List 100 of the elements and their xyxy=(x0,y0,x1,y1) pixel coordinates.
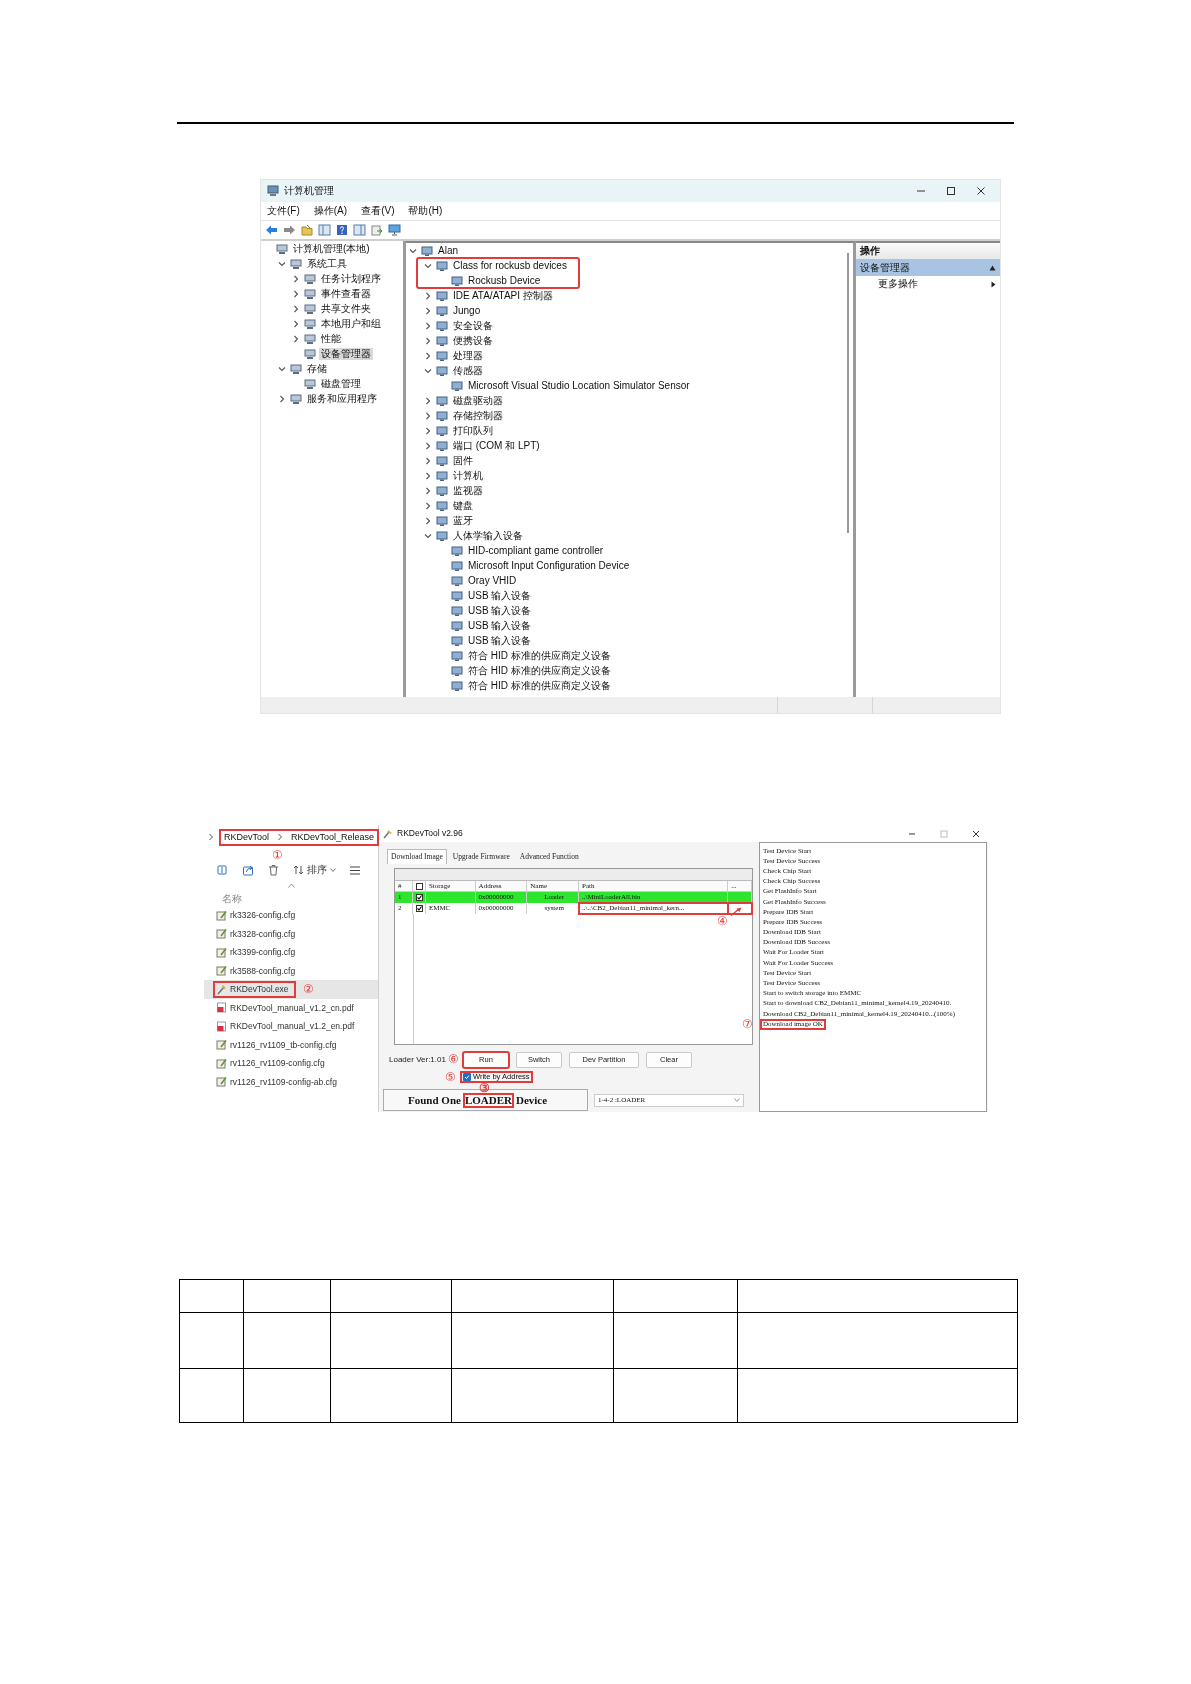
tree-item[interactable]: 本地用户和组 xyxy=(319,317,383,330)
chevron-right-icon[interactable] xyxy=(292,319,300,328)
file-row[interactable]: rv1126_rv1109-config-ab.cfg xyxy=(204,1072,378,1091)
chevron-right-icon[interactable] xyxy=(424,336,432,345)
device-item[interactable]: 人体学输入设备 xyxy=(451,529,525,542)
chevron-right-icon[interactable] xyxy=(292,304,300,313)
chevron-right-icon[interactable] xyxy=(424,291,432,300)
chevron-right-icon[interactable] xyxy=(424,516,432,525)
device-item[interactable]: 处理器 xyxy=(451,349,485,362)
device-item[interactable]: Microsoft Input Configuration Device xyxy=(466,559,632,572)
file-row[interactable]: rk3399-config.cfg xyxy=(204,943,378,962)
close-icon[interactable] xyxy=(972,829,980,838)
close-icon[interactable] xyxy=(976,186,986,196)
device-item[interactable]: USB 输入设备 xyxy=(466,634,534,647)
device-item[interactable]: USB 输入设备 xyxy=(466,589,534,602)
chevron-right-icon[interactable] xyxy=(424,396,432,405)
chevron-right-icon[interactable] xyxy=(424,306,432,315)
tree-item[interactable]: 计算机管理(本地) xyxy=(291,242,372,255)
scrollbar-thumb[interactable] xyxy=(847,253,849,533)
device-item[interactable]: USB 输入设备 xyxy=(466,604,534,617)
file-row[interactable]: RKDevTool_manual_v1.2_en.pdf xyxy=(204,1017,378,1036)
export-icon[interactable] xyxy=(371,224,383,236)
checked-checkbox[interactable] xyxy=(463,1072,471,1081)
tree-item[interactable]: 性能 xyxy=(319,332,343,345)
file-row[interactable]: rv1126_rv1109-config.cfg xyxy=(204,1054,378,1073)
forward-arrow-icon[interactable] xyxy=(283,224,296,236)
file-row[interactable]: rk3328-config.cfg xyxy=(204,924,378,943)
trash-icon[interactable] xyxy=(268,864,279,876)
maximize-icon[interactable] xyxy=(946,186,956,196)
collapse-arrow-icon[interactable] xyxy=(989,264,996,271)
tree-item[interactable]: 系统工具 xyxy=(305,257,349,270)
chevron-right-icon[interactable] xyxy=(278,394,286,403)
device-item[interactable]: Jungo xyxy=(451,304,483,317)
device-item[interactable]: Rockusb Device xyxy=(466,274,543,287)
device-item[interactable]: 存储控制器 xyxy=(451,409,505,422)
action-item[interactable]: 更多操作 xyxy=(878,279,918,289)
chevron-right-icon[interactable] xyxy=(292,274,300,283)
chevron-right-icon[interactable] xyxy=(424,426,432,435)
checkbox[interactable] xyxy=(415,882,423,890)
back-arrow-icon[interactable] xyxy=(265,224,278,236)
chevron-right-icon[interactable] xyxy=(424,351,432,360)
device-item[interactable]: 蓝牙 xyxy=(451,514,475,527)
chevron-up-icon[interactable] xyxy=(288,883,295,888)
file-row[interactable]: rk3588-config.cfg xyxy=(204,961,378,980)
device-item[interactable]: 符合 HID 标准的供应商定义设备 xyxy=(466,649,613,662)
device-item[interactable]: Microsoft Visual Studio Location Simulator Sensor xyxy=(466,379,692,392)
chevron-right-icon[interactable] xyxy=(292,289,300,298)
folder-icon[interactable] xyxy=(301,224,313,236)
chevron-down-icon[interactable] xyxy=(424,366,432,375)
sort-button[interactable]: 排序 xyxy=(293,865,336,875)
tree-item[interactable]: 共享文件夹 xyxy=(319,302,373,315)
tree-item[interactable]: 任务计划程序 xyxy=(319,272,383,285)
chevron-right-icon[interactable] xyxy=(424,501,432,510)
chevron-right-icon[interactable] xyxy=(424,411,432,420)
tree-item[interactable]: 事件查看器 xyxy=(319,287,373,300)
device-item[interactable]: 安全设备 xyxy=(451,319,495,332)
menu-item[interactable]: 帮助(H) xyxy=(408,206,443,216)
device-item[interactable]: 固件 xyxy=(451,454,475,467)
device-item[interactable]: 键盘 xyxy=(451,499,475,512)
chevron-right-icon[interactable] xyxy=(292,334,300,343)
file-row[interactable]: rk3326-config.cfg xyxy=(204,906,378,925)
tree-item[interactable]: 设备管理器 xyxy=(319,347,373,360)
rename-icon[interactable] xyxy=(216,864,228,876)
device-item[interactable]: 符合 HID 标准的供应商定义设备 xyxy=(466,679,613,692)
checked-checkbox[interactable] xyxy=(415,905,423,912)
share-icon[interactable] xyxy=(242,864,254,876)
help-icon[interactable] xyxy=(336,224,348,236)
breadcrumb-item[interactable]: RKDevTool xyxy=(224,832,270,842)
device-item[interactable]: 传感器 xyxy=(451,364,485,377)
file-row[interactable]: RKDevTool_manual_v1.2_cn.pdf xyxy=(204,998,378,1017)
device-item[interactable]: Alan xyxy=(436,244,460,257)
device-item[interactable]: 计算机 xyxy=(451,469,485,482)
chevron-right-icon[interactable] xyxy=(424,441,432,450)
device-item[interactable]: USB 输入设备 xyxy=(466,619,534,632)
device-item[interactable]: 便携设备 xyxy=(451,334,495,347)
monitor-icon[interactable] xyxy=(388,224,401,236)
chevron-down-icon[interactable] xyxy=(424,261,432,270)
device-item[interactable]: HID-compliant game controller xyxy=(466,544,606,557)
device-item[interactable]: 磁盘驱动器 xyxy=(451,394,505,407)
chevron-down-icon[interactable] xyxy=(424,531,432,540)
file-row[interactable]: RKDevTool.exe ② xyxy=(204,980,378,999)
device-item[interactable]: IDE ATA/ATAPI 控制器 xyxy=(451,289,555,302)
device-item[interactable]: 监视器 xyxy=(451,484,485,497)
menu-item[interactable]: 文件(F) xyxy=(267,206,300,216)
submenu-arrow-icon[interactable] xyxy=(991,280,996,288)
chevron-right-icon[interactable] xyxy=(424,486,432,495)
chevron-down-icon[interactable] xyxy=(278,364,286,373)
device-item[interactable]: 符合 HID 标准的供应商定义设备 xyxy=(466,664,613,677)
device-item[interactable]: Class for rockusb devices xyxy=(451,259,569,272)
chevron-down-icon[interactable] xyxy=(409,246,417,255)
menu-item[interactable]: 操作(A) xyxy=(313,206,348,216)
menu-item[interactable]: 查看(V) xyxy=(361,206,395,216)
device-item[interactable]: 端口 (COM 和 LPT) xyxy=(451,439,542,452)
tree-item[interactable]: 存储 xyxy=(305,362,329,375)
chevron-down-icon[interactable] xyxy=(278,259,286,268)
action-section[interactable]: 设备管理器 xyxy=(856,259,1000,276)
chevron-right-icon[interactable] xyxy=(424,321,432,330)
checked-checkbox[interactable] xyxy=(415,894,423,901)
device-item[interactable]: 打印队列 xyxy=(451,424,495,437)
column-header[interactable]: 名称 xyxy=(222,894,242,904)
